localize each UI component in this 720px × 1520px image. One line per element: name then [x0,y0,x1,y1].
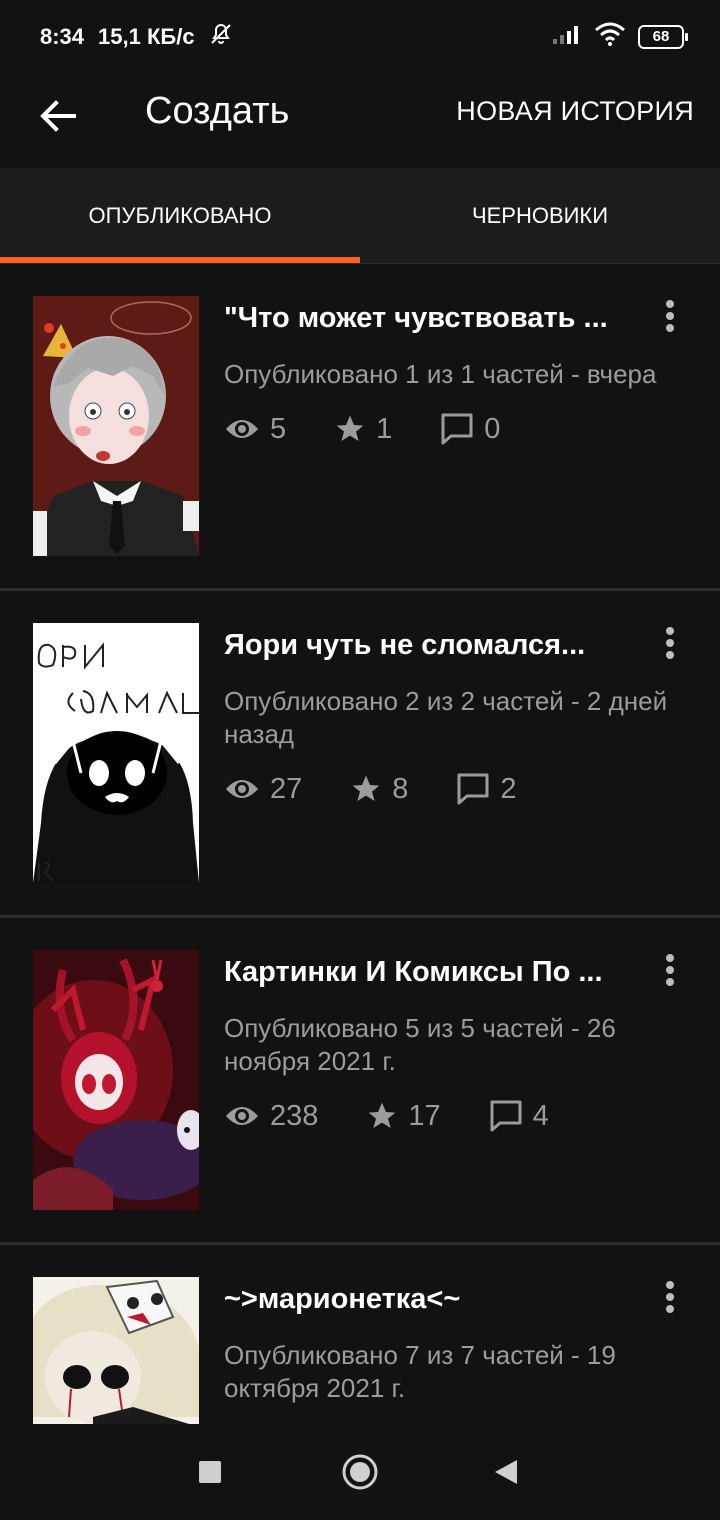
circle-icon [342,1454,378,1490]
more-options-button[interactable] [650,621,690,665]
comments-stat: 2 [456,772,517,806]
votes-stat: 8 [350,773,408,806]
comments-stat: 0 [440,412,500,446]
eye-icon [226,1107,258,1125]
more-options-button[interactable] [650,948,690,992]
views-stat: 238 [224,1100,318,1133]
story-item[interactable]: "Что может чувствовать ... Опубликовано … [0,264,720,591]
story-title: "Что может чувствовать ... [224,302,608,334]
votes-count: 17 [408,1099,441,1132]
recents-button[interactable] [190,1452,230,1492]
story-cover[interactable] [33,950,199,1210]
back-nav-button[interactable] [486,1452,526,1492]
comment-icon [441,413,473,445]
tab-published[interactable]: ОПУБЛИКОВАНО [0,168,360,264]
battery-level: 68 [652,28,670,45]
views-stat: 5 [224,413,286,446]
views-count: 27 [270,772,303,805]
story-item[interactable]: Яори чуть не сломался... Опубликовано 2 … [0,591,720,918]
tab-bar: ОПУБЛИКОВАНО ЧЕРНОВИКИ [0,168,720,264]
views-count: 238 [270,1099,319,1132]
votes-stat: 1 [334,413,392,446]
tab-indicator [0,257,360,263]
star-icon [369,1102,396,1128]
story-meta: Опубликовано 2 из 2 частей - 2 дней наза… [224,686,668,749]
more-vertical-icon [666,1281,674,1313]
star-icon [352,775,380,801]
new-story-button[interactable]: НОВАЯ ИСТОРИЯ [456,96,694,127]
story-list[interactable]: "Что может чувствовать ... Опубликовано … [0,264,720,1424]
back-button[interactable] [32,90,84,142]
story-stats: 27 8 2 [224,772,565,806]
app-bar: Создать НОВАЯ ИСТОРИЯ [0,72,720,168]
story-meta: Опубликовано 7 из 7 частей - 19 октября … [224,1340,616,1403]
comments-count: 2 [500,772,517,805]
triangle-back-icon [495,1460,517,1484]
eye-icon [226,780,258,798]
arrow-left-icon [40,100,76,132]
story-meta: Опубликовано 1 из 1 частей - вчера [224,359,657,389]
story-title: Яори чуть не сломался... [224,629,586,661]
more-vertical-icon [666,300,674,332]
status-right: 68 [552,22,688,51]
views-stat: 27 [224,773,302,806]
square-icon [199,1461,221,1483]
comment-icon [457,773,489,805]
story-cover[interactable] [33,623,199,883]
story-title: Картинки И Комиксы По ... [224,956,603,988]
status-bar: 8:34 15,1 КБ/с 68 [0,0,720,72]
more-vertical-icon [666,627,674,659]
story-meta: Опубликовано 5 из 5 частей - 26 ноября 2… [224,1013,616,1076]
story-item[interactable]: ~>марионетка<~ Опубликовано 7 из 7 часте… [0,1245,720,1424]
status-time: 8:34 [40,24,85,49]
votes-count: 8 [392,772,409,805]
tab-drafts[interactable]: ЧЕРНОВИКИ [360,168,720,264]
story-stats: 238 17 4 [224,1099,597,1133]
votes-count: 1 [376,412,393,445]
star-icon [336,415,364,441]
home-button[interactable] [340,1452,380,1492]
comment-icon [490,1100,522,1132]
mute-bell-icon [209,22,233,52]
page-title: Создать [145,90,290,132]
story-stats: 5 1 0 [224,412,548,446]
network-speed: 15,1 КБ/с [98,24,195,49]
battery-icon: 68 [638,24,688,49]
more-options-button[interactable] [650,294,690,338]
more-options-button[interactable] [650,1275,690,1319]
comments-stat: 4 [489,1099,549,1133]
more-vertical-icon [666,954,674,986]
story-cover[interactable] [33,296,199,556]
status-left: 8:34 15,1 КБ/с [40,22,233,52]
views-count: 5 [270,412,287,445]
story-cover[interactable] [33,1277,199,1424]
eye-icon [226,420,258,438]
system-nav-bar [0,1424,720,1520]
signal-icon [552,23,582,50]
wifi-icon [594,22,626,51]
comments-count: 4 [532,1099,549,1132]
votes-stat: 17 [366,1099,441,1133]
comments-count: 0 [484,412,501,445]
story-title: ~>марионетка<~ [224,1283,461,1315]
story-item[interactable]: Картинки И Комиксы По ... Опубликовано 5… [0,918,720,1245]
